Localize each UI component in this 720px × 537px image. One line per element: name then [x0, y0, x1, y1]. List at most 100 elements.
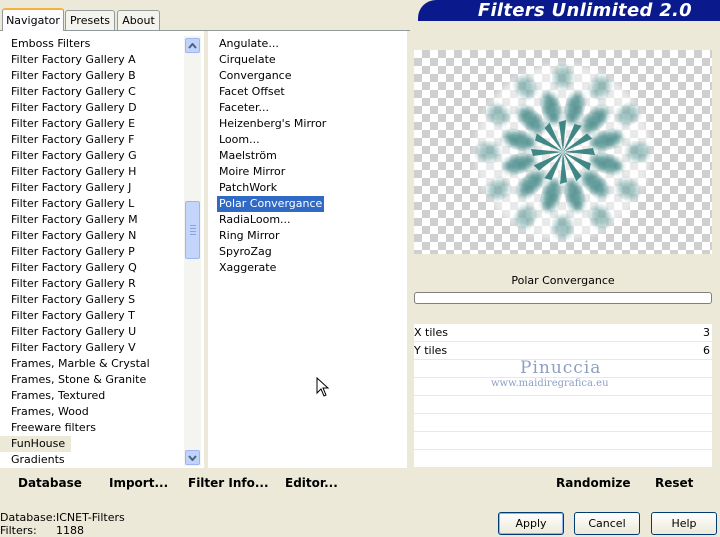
apply-button[interactable]: Apply: [498, 512, 564, 535]
tab-strip: Navigator Presets About: [0, 0, 410, 31]
category-item[interactable]: Filter Factory Gallery U: [0, 324, 184, 340]
category-item-label: FunHouse: [0, 436, 72, 452]
filter-item-label: Loom...: [219, 133, 260, 146]
category-item-label: Filter Factory Gallery Q: [11, 261, 137, 274]
scroll-down-button[interactable]: [185, 450, 200, 465]
category-item-label: Filter Factory Gallery J: [11, 181, 132, 194]
filter-item-label: RadiaLoom...: [219, 213, 291, 226]
category-item[interactable]: Filter Factory Gallery S: [0, 292, 184, 308]
scroll-thumb[interactable]: [185, 201, 200, 259]
database-button[interactable]: Database: [18, 476, 82, 490]
category-item-label: Filter Factory Gallery V: [11, 341, 136, 354]
category-item[interactable]: Filter Factory Gallery C: [0, 84, 184, 100]
filter-item-label: Moire Mirror: [219, 165, 286, 178]
import-button[interactable]: Import...: [109, 476, 168, 490]
category-item[interactable]: Filter Factory Gallery R: [0, 276, 184, 292]
category-item[interactable]: Filter Factory Gallery L: [0, 196, 184, 212]
category-item[interactable]: Filter Factory Gallery J: [0, 180, 184, 196]
filter-item[interactable]: Maelström: [217, 148, 402, 164]
category-item[interactable]: Filter Factory Gallery T: [0, 308, 184, 324]
filter-item[interactable]: Heizenberg's Mirror: [217, 116, 402, 132]
category-item[interactable]: Filter Factory Gallery D: [0, 100, 184, 116]
filter-item-label: SpyroZag: [219, 245, 272, 258]
category-item-label: Emboss Filters: [11, 37, 91, 50]
database-info: Database:ICNET-Filters Filters: 1188: [0, 511, 125, 537]
category-item[interactable]: Filter Factory Gallery V: [0, 340, 184, 356]
category-panel: Emboss Filters Filter Factory Gallery A Fi…: [0, 31, 204, 468]
help-button[interactable]: Help: [651, 512, 717, 535]
category-item-label: Filter Factory Gallery S: [11, 293, 136, 306]
scroll-up-button[interactable]: [185, 38, 200, 53]
category-item-label: Filter Factory Gallery F: [11, 133, 135, 146]
category-item-label: Filter Factory Gallery C: [11, 85, 136, 98]
filter-item[interactable]: Cirquelate: [217, 52, 402, 68]
category-item[interactable]: Filter Factory Gallery H: [0, 164, 184, 180]
category-item[interactable]: Filter Factory Gallery B: [0, 68, 184, 84]
category-item-label: Filter Factory Gallery R: [11, 277, 136, 290]
category-item[interactable]: Filter Factory Gallery M: [0, 212, 184, 228]
category-item[interactable]: Frames, Wood: [0, 404, 184, 420]
filter-item[interactable]: RadiaLoom...: [217, 212, 402, 228]
randomize-button[interactable]: Randomize: [556, 476, 630, 490]
filter-item[interactable]: Polar Convergance: [217, 196, 402, 212]
category-list: Emboss Filters Filter Factory Gallery A Fi…: [0, 36, 184, 468]
filter-item[interactable]: Angulate...: [217, 36, 402, 52]
filter-item[interactable]: Xaggerate: [217, 260, 402, 276]
category-item-label: Filter Factory Gallery L: [11, 197, 135, 210]
filter-item[interactable]: Facet Offset: [217, 84, 402, 100]
category-item[interactable]: Filter Factory Gallery N: [0, 228, 184, 244]
filter-item-label: Maelström: [219, 149, 277, 162]
cancel-button[interactable]: Cancel: [574, 512, 640, 535]
filter-item[interactable]: Loom...: [217, 132, 402, 148]
filter-item[interactable]: PatchWork: [217, 180, 402, 196]
category-item-label: Filter Factory Gallery T: [11, 309, 135, 322]
category-item[interactable]: Filter Factory Gallery P: [0, 244, 184, 260]
watermark-name: Pinuccia: [520, 358, 602, 378]
category-item[interactable]: Frames, Marble & Crystal: [0, 356, 184, 372]
category-item-label: Filter Factory Gallery G: [11, 149, 137, 162]
category-item[interactable]: Filter Factory Gallery E: [0, 116, 184, 132]
category-item[interactable]: FunHouse: [0, 436, 184, 452]
filter-item[interactable]: Faceter...: [217, 100, 402, 116]
filter-panel: Angulate... Cirquelate Convergance Facet Of…: [208, 31, 407, 468]
category-item[interactable]: Filter Factory Gallery F: [0, 132, 184, 148]
parameter-list: X tiles 3 Y tiles 6: [414, 324, 712, 468]
category-item-label: Frames, Marble & Crystal: [11, 357, 150, 370]
param-value: 6: [703, 344, 710, 357]
filter-item-label: Heizenberg's Mirror: [219, 117, 327, 130]
reset-button[interactable]: Reset: [655, 476, 693, 490]
polar-convergance-preview: [475, 64, 651, 240]
filter-item[interactable]: Convergance: [217, 68, 402, 84]
editor-button[interactable]: Editor...: [285, 476, 338, 490]
category-item[interactable]: Emboss Filters: [0, 36, 184, 52]
progress-bar: [414, 292, 712, 304]
action-bar: Database Import... Filter Info... Editor…: [0, 468, 720, 498]
filter-item[interactable]: Ring Mirror: [217, 228, 402, 244]
category-scrollbar[interactable]: [184, 36, 201, 466]
category-item[interactable]: Frames, Stone & Granite: [0, 372, 184, 388]
filter-item[interactable]: SpyroZag: [217, 244, 402, 260]
filter-item[interactable]: Moire Mirror: [217, 164, 402, 180]
category-item[interactable]: Freeware filters: [0, 420, 184, 436]
tab-navigator[interactable]: Navigator: [2, 8, 64, 31]
param-x-tiles[interactable]: X tiles 3: [414, 324, 712, 342]
param-name: X tiles: [414, 326, 448, 339]
category-item[interactable]: Filter Factory Gallery A: [0, 52, 184, 68]
category-item[interactable]: Filter Factory Gallery Q: [0, 260, 184, 276]
category-item-label: Gradients: [11, 453, 65, 466]
category-item[interactable]: Frames, Textured: [0, 388, 184, 404]
filter-item-label: Polar Convergance: [217, 196, 325, 212]
param-name: Y tiles: [414, 344, 448, 357]
param-value: 3: [703, 326, 710, 339]
param-empty-row: [414, 450, 712, 468]
category-item-label: Frames, Textured: [11, 389, 106, 402]
preview-canvas: [414, 50, 712, 254]
selected-filter-name: Polar Convergance: [511, 273, 615, 287]
category-item[interactable]: Gradients: [0, 452, 184, 468]
category-item-label: Frames, Stone & Granite: [11, 373, 147, 386]
tab-about[interactable]: About: [117, 10, 160, 30]
tab-presets[interactable]: Presets: [65, 10, 115, 30]
category-item[interactable]: Filter Factory Gallery G: [0, 148, 184, 164]
app-title: Filters Unlimited 2.0: [477, 0, 692, 21]
filter-info-button[interactable]: Filter Info...: [188, 476, 269, 490]
